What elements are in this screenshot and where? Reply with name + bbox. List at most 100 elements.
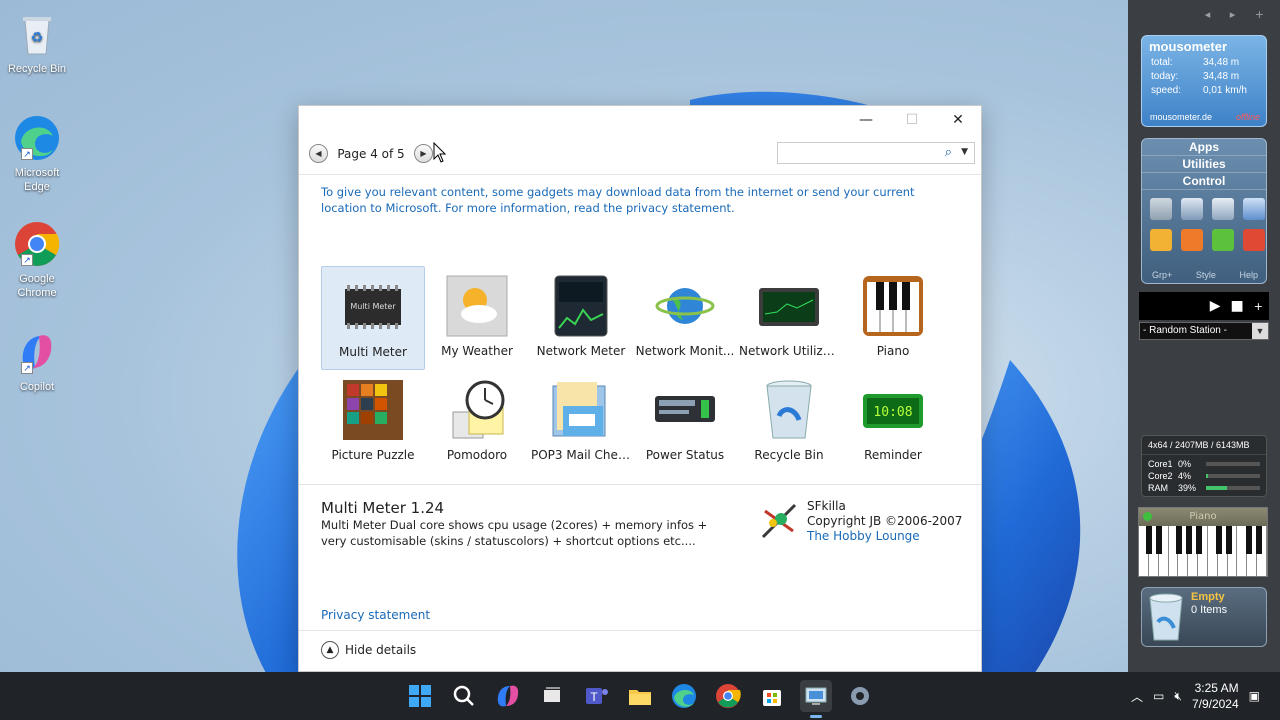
gadget-tile-recycle-bin[interactable]: Recycle Bin <box>737 370 841 474</box>
launcher-help-button[interactable]: Help <box>1239 270 1258 280</box>
mousometer-row: speed: 0,01 km/h <box>1151 85 1247 96</box>
maximize-button[interactable]: ☐ <box>889 106 935 136</box>
meter-row: RAM 39% <box>1142 482 1266 494</box>
chrome-icon[interactable] <box>712 680 744 712</box>
gadgets-icon[interactable] <box>800 680 832 718</box>
restart-icon[interactable] <box>1212 229 1234 251</box>
settings-icon[interactable] <box>844 680 876 712</box>
recycle-bin-icon: ♻ <box>13 10 61 58</box>
chevron-down-icon[interactable]: ▼ <box>1252 323 1268 339</box>
stop-icon[interactable]: ■ <box>1231 298 1244 314</box>
station-select[interactable]: - Random Station - ▼ <box>1139 322 1269 340</box>
gadget-tile-network-meter[interactable]: Network Meter <box>529 266 633 370</box>
shortcut-arrow-icon: ↗ <box>21 362 33 374</box>
volume-icon[interactable]: + <box>1254 300 1263 313</box>
gadget-tile-picture-puzzle[interactable]: Picture Puzzle <box>321 370 425 474</box>
gadget-tile-network-monitor[interactable]: Network Monit... <box>633 266 737 370</box>
recycle-icon[interactable] <box>1150 198 1172 220</box>
lock-icon[interactable] <box>1150 229 1172 251</box>
meter-row: Core2 4% <box>1142 470 1266 482</box>
minimize-button[interactable]: — <box>843 106 889 136</box>
author-logo-icon <box>759 501 799 541</box>
gadget-name: My Weather <box>441 344 513 358</box>
network-utilization-icon <box>757 274 821 338</box>
gadget-name: Reminder <box>864 448 922 462</box>
chevron-up-icon[interactable]: ︿ <box>1131 688 1143 705</box>
network-icon[interactable]: ▭ <box>1153 689 1164 703</box>
edge-icon: ↗ <box>13 114 61 162</box>
store-icon[interactable] <box>756 680 788 712</box>
desktop-icon-copilot[interactable]: ↗ Copilot <box>2 328 72 394</box>
drive-icon[interactable] <box>1181 198 1203 220</box>
gadget-name: Picture Puzzle <box>331 448 415 462</box>
radio-gadget: ▶ ■ + - Random Station - ▼ <box>1139 292 1269 342</box>
author-copyright: Copyright JB ©2006-2007 <box>807 514 963 528</box>
mouse-cursor-icon <box>433 142 447 163</box>
file-explorer-icon[interactable] <box>624 680 656 712</box>
copilot-icon[interactable] <box>492 680 524 712</box>
privacy-statement-link[interactable]: Privacy statement <box>321 608 430 622</box>
digital-clock-icon: 10:08 <box>861 378 925 442</box>
gadget-tile-pop3-mail-checker[interactable]: POP3 Mail Chec... <box>529 370 633 474</box>
clock-date: 7/9/2024 <box>1191 697 1239 711</box>
privacy-notice: To give you relevant content, some gadge… <box>321 185 915 215</box>
desktop-icon-chrome[interactable]: ↗ Google Chrome <box>2 220 72 300</box>
gadget-tile-network-utilization[interactable]: Network Utilizat... <box>737 266 841 370</box>
mousometer-site[interactable]: mousometer.de <box>1150 112 1212 122</box>
start-icon[interactable] <box>404 680 436 712</box>
gadget-tile-pomodoro[interactable]: Pomodoro <box>425 370 529 474</box>
notification-icon[interactable]: ▣ <box>1249 689 1260 703</box>
hide-details-label: Hide details <box>345 643 417 657</box>
divider <box>299 174 981 175</box>
teams-icon[interactable]: T <box>580 680 612 712</box>
window-icon[interactable] <box>1243 198 1265 220</box>
search-icon[interactable] <box>448 680 480 712</box>
close-button[interactable]: ✕ <box>935 106 981 136</box>
desktop-icon-recycle-bin[interactable]: ♻ Recycle Bin <box>2 10 72 76</box>
gadget-tile-power-status[interactable]: Power Status <box>633 370 737 474</box>
recycle-bin-gadget[interactable]: Empty 0 Items <box>1141 587 1267 647</box>
gadget-tile-my-weather[interactable]: My Weather <box>425 266 529 370</box>
search-icon[interactable]: ⌕ <box>945 145 952 160</box>
author-name: SFkilla <box>807 499 846 513</box>
prev-arrow-icon[interactable]: ◀ <box>309 144 328 163</box>
desktop-icon-edge[interactable]: ↗ Microsoft Edge <box>2 114 72 194</box>
next-arrow-icon[interactable]: ▶ <box>414 144 433 163</box>
launcher-grp-button[interactable]: Grp+ <box>1152 270 1172 280</box>
gadget-tile-multi-meter[interactable]: Multi Meter Multi Meter <box>321 266 425 370</box>
sidebar-nav[interactable]: ◂ ▸ + <box>1205 8 1272 21</box>
hide-details-button[interactable]: ▲ Hide details <box>321 641 416 659</box>
author-link[interactable]: The Hobby Lounge <box>807 529 962 544</box>
launcher-style-button[interactable]: Style <box>1196 270 1216 280</box>
taskbar: T ︿ ▭ 🔇︎ 3:25 AM 7/9/2024 ▣ <box>0 672 1280 720</box>
task-view-icon[interactable] <box>536 680 568 712</box>
clock[interactable]: 3:25 AM 7/9/2024 <box>1192 680 1239 712</box>
gadget-name: Multi Meter <box>339 345 407 359</box>
piano-gadget[interactable]: Piano <box>1138 507 1268 577</box>
divider <box>299 630 981 631</box>
meter-header: 4x64 / 2407MB / 6143MB <box>1142 436 1266 455</box>
launcher-tab-control[interactable]: Control <box>1142 173 1266 190</box>
globe-icon <box>653 274 717 338</box>
edge-icon[interactable] <box>668 680 700 712</box>
logoff-icon[interactable] <box>1181 229 1203 251</box>
recycle-bin-icon <box>757 378 821 442</box>
launcher-tab-utilities[interactable]: Utilities <box>1142 156 1266 173</box>
power-icon[interactable] <box>1243 229 1265 251</box>
mousometer-gadget[interactable]: mousometer total: 34,48 m today: 34,48 m s… <box>1141 35 1267 127</box>
display-icon[interactable] <box>1212 198 1234 220</box>
bin-state: Empty <box>1191 591 1225 603</box>
gadget-name: Recycle Bin <box>754 448 824 462</box>
piano-keys[interactable] <box>1139 526 1267 576</box>
chevron-down-icon[interactable]: ▼ <box>961 147 968 157</box>
search-input[interactable]: ⌕ ▼ <box>777 142 975 164</box>
gadget-tile-piano[interactable]: Piano <box>841 266 945 370</box>
desktop-icon-label: Microsoft Edge <box>14 167 60 193</box>
desktop-icon-label: Recycle Bin <box>7 63 67 75</box>
play-icon[interactable]: ▶ <box>1210 298 1221 314</box>
volume-mute-icon[interactable]: 🔇︎ <box>1174 689 1182 704</box>
gadget-tile-reminder[interactable]: 10:08 Reminder <box>841 370 945 474</box>
mousometer-row: total: 34,48 m <box>1151 57 1240 68</box>
mousometer-row: today: 34,48 m <box>1151 71 1240 82</box>
launcher-tab-apps[interactable]: Apps <box>1142 139 1266 156</box>
